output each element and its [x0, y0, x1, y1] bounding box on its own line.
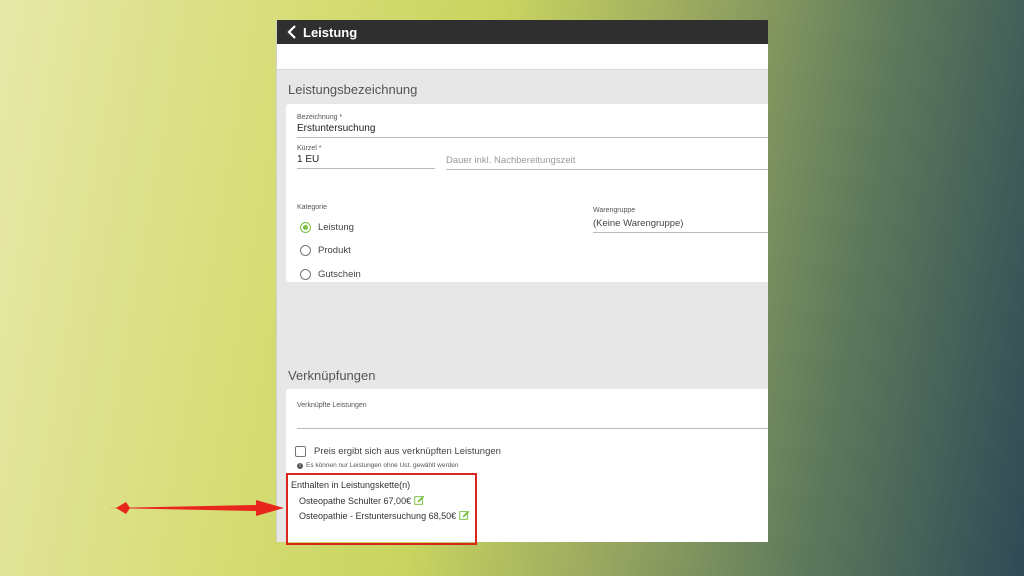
- warengruppe-label: Warengruppe: [593, 207, 636, 214]
- radio-unchecked-icon[interactable]: [300, 269, 311, 280]
- radio-gutschein[interactable]: Gutschein: [300, 269, 361, 280]
- preis-checkbox-label: Preis ergibt sich aus verknüpften Leistu…: [314, 446, 501, 457]
- page-title: Leistung: [303, 24, 358, 40]
- dauer-input[interactable]: Dauer inkl. Nachbereitungszeit: [446, 155, 768, 170]
- info-row: i Es können nur Leistungen ohne Ust. gew…: [297, 462, 459, 469]
- verknuepfte-leistungen-label: Verknüpfte Leistungen: [297, 402, 367, 409]
- radio-unchecked-icon[interactable]: [300, 245, 311, 256]
- preis-checkbox-row[interactable]: Preis ergibt sich aus verknüpften Leistu…: [295, 446, 501, 457]
- info-icon: i: [297, 462, 303, 469]
- red-arrow-icon: [108, 500, 284, 516]
- section-title-leistungsbezeichnung: Leistungsbezeichnung: [288, 82, 418, 97]
- toolbar-area: [277, 44, 768, 70]
- highlight-box: [286, 473, 477, 545]
- verknuepfte-leistungen-field[interactable]: Verknüpfte Leistungen: [297, 402, 768, 429]
- app-window: Leistung Leistungsbezeichnung Bezeichnun…: [277, 20, 768, 542]
- preis-checkbox[interactable]: [295, 446, 306, 457]
- radio-produkt[interactable]: Produkt: [300, 245, 351, 256]
- radio-label-gutschein: Gutschein: [318, 269, 361, 280]
- warengruppe-select[interactable]: (Keine Warengruppe): [593, 218, 768, 233]
- bezeichnung-field[interactable]: Bezeichnung * Erstuntersuchung: [297, 114, 768, 138]
- radio-label-leistung: Leistung: [318, 222, 354, 233]
- radio-checked-icon[interactable]: [300, 222, 311, 233]
- leistungsbezeichnung-card: Bezeichnung * Erstuntersuchung Kürzel * …: [286, 104, 768, 282]
- warengruppe-field[interactable]: Warengruppe (Keine Warengruppe): [593, 207, 768, 233]
- bezeichnung-input[interactable]: Erstuntersuchung: [297, 123, 768, 138]
- radio-label-produkt: Produkt: [318, 245, 351, 256]
- kuerzel-field[interactable]: Kürzel * 1 EU: [297, 145, 435, 169]
- back-arrow-icon[interactable]: [281, 20, 303, 44]
- kategorie-label: Kategorie: [297, 204, 327, 211]
- verknuepfte-leistungen-input[interactable]: [297, 411, 768, 429]
- dauer-field[interactable]: Dauer inkl. Nachbereitungszeit: [446, 155, 768, 170]
- section-title-verknuepfungen: Verknüpfungen: [288, 368, 376, 383]
- kuerzel-input[interactable]: 1 EU: [297, 154, 435, 169]
- top-bar: Leistung: [277, 20, 768, 44]
- kuerzel-label: Kürzel *: [297, 145, 322, 152]
- info-text: Es können nur Leistungen ohne Ust. gewäh…: [306, 462, 459, 469]
- radio-leistung[interactable]: Leistung: [300, 222, 354, 233]
- bezeichnung-label: Bezeichnung *: [297, 114, 343, 121]
